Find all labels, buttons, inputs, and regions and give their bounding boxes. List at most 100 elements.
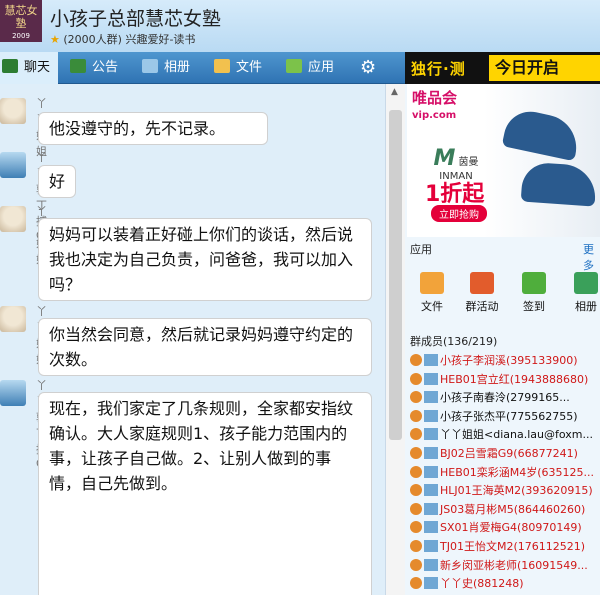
window-header: 慧芯女塾 2009 小孩子总部慧芯女塾 ★ (2000人群) 兴趣爱好-读书 <box>0 0 600 52</box>
logo-text: 慧芯女塾 <box>4 4 38 30</box>
member-avatar-icon <box>424 540 438 552</box>
member-item[interactable]: 新乡闵亚彬老师(16091549... <box>410 557 600 575</box>
member-name: 新乡闵亚彬老师(16091549... <box>440 558 588 572</box>
member-avatar-icon <box>424 409 438 422</box>
avatar[interactable] <box>0 98 26 124</box>
tab-files[interactable]: 文件 <box>214 52 262 84</box>
notice-icon <box>70 59 86 73</box>
flag-icon <box>470 272 494 294</box>
message-bubble: 他没遵守的，先不记录。 <box>38 112 268 145</box>
app-activity[interactable]: 群活动 <box>462 272 502 314</box>
member-avatar-icon <box>424 447 438 459</box>
member-name: 小孩子张杰平(775562755) <box>440 409 578 423</box>
member-role-icon <box>410 558 422 571</box>
member-item[interactable]: 小孩子李润溪(395133900) <box>410 352 600 370</box>
member-role-icon <box>410 577 422 590</box>
tab-notice[interactable]: 公告 <box>70 52 118 84</box>
ad-image[interactable]: 唯品会 vip.com M 茵曼 INMAN 1折起 立即抢购 <box>407 84 600 237</box>
settings-button[interactable]: ⚙ <box>360 52 376 84</box>
app-label: 相册 <box>575 300 597 313</box>
gear-icon: ⚙ <box>360 57 377 78</box>
member-name: 丫丫史(881248) <box>440 577 524 591</box>
app-files[interactable]: 文件 <box>412 272 452 314</box>
member-item[interactable]: HLJ01王海英M2(393620915) <box>410 482 600 500</box>
member-role-icon <box>410 465 422 478</box>
member-item[interactable]: SX01肖爱梅G4(80970149) <box>410 519 600 537</box>
member-item[interactable]: BJ02吕雪霜G9(66877241) <box>410 445 600 463</box>
member-role-icon <box>410 521 422 534</box>
chat-area: 丫丫姐姐 他没遵守的，先不记录。 丫丫郭丁搏G5 好 丫丫姐姐 妈妈可以装着正好… <box>0 84 385 595</box>
ad-brand-name: 唯品会 <box>412 89 458 107</box>
member-name: 丫丫姐姐<diana.lau@foxm... <box>440 428 593 442</box>
member-name: JS03葛月彬M5(864460260) <box>440 502 586 516</box>
tab-chat[interactable]: 聊天 <box>0 52 59 84</box>
group-subtitle-text: (2000人群) 兴趣爱好-读书 <box>63 33 196 46</box>
chat-scrollbar[interactable]: ▲ <box>385 84 405 595</box>
members-header: 群成员(136/219) <box>410 335 498 348</box>
member-name: BJ02吕雪霜G9(66877241) <box>440 447 578 460</box>
member-avatar-icon <box>424 465 438 478</box>
ad-cta-button[interactable]: 立即抢购 <box>431 205 487 222</box>
member-name: 小孩子李润溪(395133900) <box>440 354 578 367</box>
member-avatar-icon <box>424 428 438 441</box>
avatar[interactable] <box>0 306 26 332</box>
member-item[interactable]: 小孩子南春泠(2799165... <box>410 389 600 407</box>
scroll-thumb[interactable] <box>389 110 402 440</box>
member-avatar-icon <box>424 391 438 404</box>
ad-banner-right: 今日开启 <box>489 55 600 81</box>
member-role-icon <box>410 540 422 552</box>
member-name: HEB01宫立红(1943888680) <box>440 372 589 386</box>
member-name: SX01肖爱梅G4(80970149) <box>440 521 582 535</box>
member-name: HEB01栾彩涵M4岁(635125... <box>440 465 595 479</box>
apps-header: 应用 <box>410 243 432 256</box>
member-avatar-icon <box>424 521 438 534</box>
member-item[interactable]: HEB01栾彩涵M4岁(635125... <box>410 464 600 482</box>
message-bubble: 好 <box>38 165 76 198</box>
member-avatar-icon <box>424 502 438 515</box>
group-title: 小孩子总部慧芯女塾 <box>50 8 222 30</box>
ad-banner-top[interactable]: 独行·测 今日开启 <box>405 52 600 84</box>
avatar[interactable] <box>0 380 26 406</box>
avatar[interactable] <box>0 152 26 178</box>
tab-album-label: 相册 <box>164 60 191 75</box>
scroll-up-icon[interactable]: ▲ <box>391 87 398 97</box>
message-bubble: 妈妈可以装着正好碰上你们的谈话，然后说我也决定为自己负责，问爸爸，我可以加入吗？ <box>38 218 372 301</box>
app-album[interactable]: 相册 <box>566 272 600 314</box>
folder-icon <box>214 59 230 73</box>
tab-chat-label: 聊天 <box>24 60 51 75</box>
checkin-icon <box>522 272 546 294</box>
app-label: 群活动 <box>465 300 499 313</box>
tab-apps[interactable]: 应用 <box>286 52 334 84</box>
message-bubble: 你当然会同意，然后就记录妈妈遵守约定的次数。 <box>38 318 372 376</box>
member-role-icon <box>410 484 422 497</box>
ad-brand: 唯品会 vip.com <box>412 90 457 124</box>
member-item[interactable]: HEB01宫立红(1943888680) <box>410 371 600 389</box>
group-logo: 慧芯女塾 2009 <box>0 0 42 42</box>
tab-files-label: 文件 <box>236 60 263 75</box>
member-role-icon <box>410 409 422 422</box>
tab-notice-label: 公告 <box>92 60 119 75</box>
tab-album[interactable]: 相册 <box>142 52 190 84</box>
member-item[interactable]: TJ01王怡文M2(176112521) <box>410 538 600 556</box>
member-item[interactable]: 小孩子张杰平(775562755) <box>410 408 600 426</box>
member-name: 小孩子南春泠(2799165... <box>440 391 570 405</box>
message-bubble: 现在，我们家定了几条规则，全家都安指纹确认。大人家庭规则1、孩子能力范围内的事，… <box>38 392 372 595</box>
member-avatar-icon <box>424 577 438 590</box>
member-name: HLJ01王海英M2(393620915) <box>440 484 593 498</box>
member-role-icon <box>410 447 422 459</box>
member-item[interactable]: 丫丫史(881248) <box>410 575 600 593</box>
member-item[interactable]: 丫丫姐姐<diana.lau@foxm... <box>410 426 600 444</box>
app-checkin[interactable]: 签到 <box>514 272 554 314</box>
album-icon <box>142 59 158 73</box>
ad-maker-name: 茵曼 <box>458 157 479 168</box>
ad-discount: 1折起 <box>425 182 485 207</box>
member-item[interactable]: JS03葛月彬M5(864460260) <box>410 501 600 519</box>
apps-more-link[interactable]: 更多 <box>583 241 600 273</box>
member-role-icon <box>410 502 422 515</box>
ad-url: vip.com <box>412 110 457 121</box>
member-role-icon <box>410 391 422 404</box>
app-label: 签到 <box>523 300 545 313</box>
member-avatar-icon <box>424 558 438 571</box>
avatar[interactable] <box>0 206 26 232</box>
app-label: 文件 <box>421 300 443 313</box>
